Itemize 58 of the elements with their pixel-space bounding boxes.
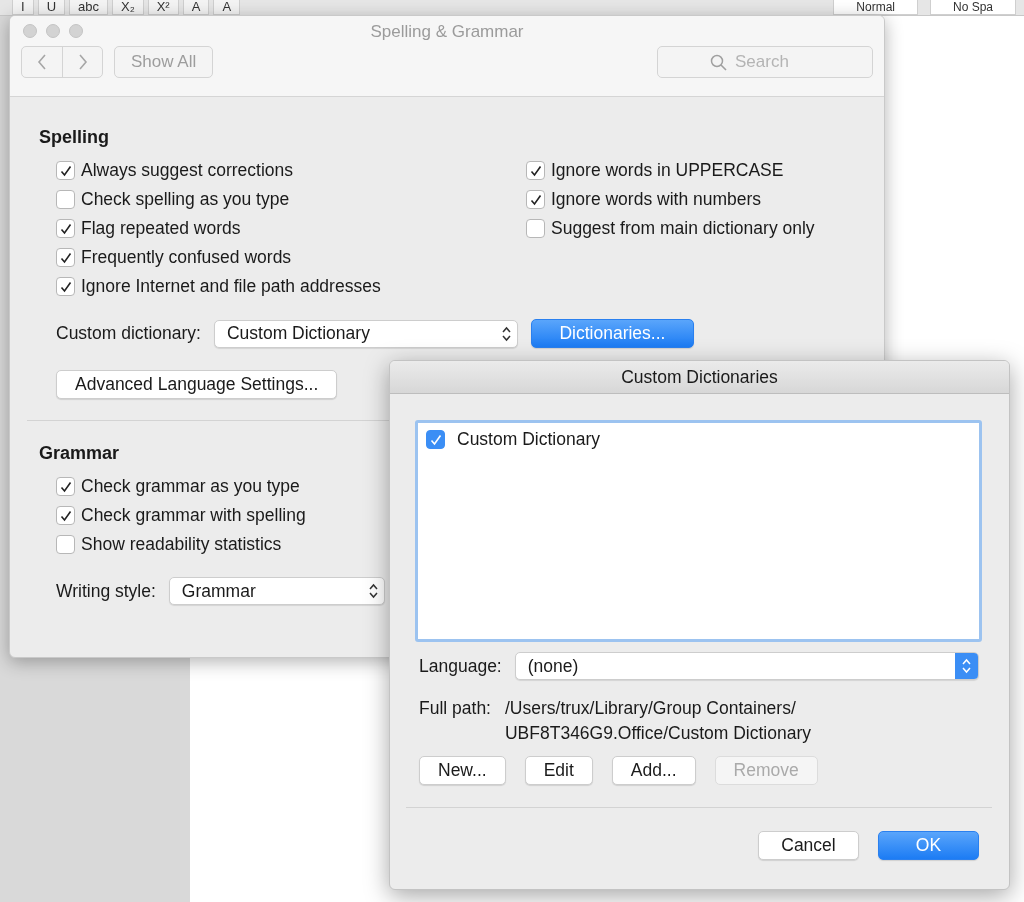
format-button[interactable]: A [182,0,210,15]
writing-style-dropdown[interactable]: Grammar [168,577,385,605]
option-label: Flag repeated words [81,218,241,239]
option-label: Frequently confused words [81,247,292,268]
option-label: Always suggest corrections [81,160,294,181]
list-item[interactable]: Custom Dictionary [457,429,600,450]
option-label: Ignore words in UPPERCASE [551,160,784,181]
field-label: Full path: [419,697,491,720]
option-label: Ignore words with numbers [551,189,762,210]
cancel-button[interactable]: Cancel [758,831,859,860]
checkbox[interactable] [56,477,75,496]
chevron-left-icon [37,53,47,71]
option-label: Check grammar as you type [81,476,300,497]
style-gallery-item[interactable]: No Spa [929,0,1016,15]
custom-dictionary-dropdown[interactable]: Custom Dictionary [213,319,518,348]
field-label: Writing style: [56,580,156,602]
checkbox[interactable] [56,277,75,296]
search-field[interactable]: Search [657,46,873,78]
checkbox[interactable] [56,506,75,525]
format-button[interactable]: A [213,0,241,15]
option-label: Ignore Internet and file path addresses [81,276,381,297]
style-gallery-item[interactable]: Normal [833,0,918,15]
checkbox[interactable] [56,535,75,554]
search-icon [710,54,727,71]
advanced-settings-button[interactable]: Advanced Language Settings... [56,370,338,399]
checkbox[interactable] [56,219,75,238]
chevron-right-icon [77,53,88,71]
field-label: Language: [419,655,502,677]
dictionary-action-button[interactable]: New... [419,756,506,785]
updown-chevron-icon [368,583,378,599]
option-label: Check spelling as you type [81,189,290,210]
checkbox[interactable] [56,161,75,180]
window-title: Spelling & Grammar [370,22,524,41]
checkbox[interactable] [526,161,545,180]
language-dropdown[interactable]: (none) [514,652,979,680]
dictionary-action-button[interactable]: Edit [524,756,593,785]
checkbox[interactable] [426,430,445,449]
section-heading: Spelling [39,127,110,148]
sheet-title: Custom Dictionaries [621,367,778,387]
checkbox[interactable] [526,219,545,238]
format-button[interactable]: abc [69,0,108,15]
dictionary-list[interactable]: Custom Dictionary [415,420,982,642]
updown-chevron-icon [962,658,971,674]
field-label: Custom dictionary: [56,323,201,344]
section-heading: Grammar [39,443,121,464]
format-button[interactable]: X² [147,0,179,15]
format-button[interactable]: U [37,0,65,15]
updown-chevron-icon [501,325,511,342]
path-text: /Users/trux/Library/Group Containers/ UBF8T346G9.Office/Custom Dictionary [505,697,812,745]
option-label: Suggest from main dictionary only [551,218,815,239]
checkbox[interactable] [56,248,75,267]
option-label: Check grammar with spelling [81,505,306,526]
dictionary-action-button[interactable]: Add... [611,756,696,785]
format-button[interactable]: I [12,0,34,15]
format-button[interactable]: X₂ [112,0,144,15]
checkbox[interactable] [526,190,545,209]
option-label: Show readability statistics [81,534,282,555]
checkbox[interactable] [56,190,75,209]
